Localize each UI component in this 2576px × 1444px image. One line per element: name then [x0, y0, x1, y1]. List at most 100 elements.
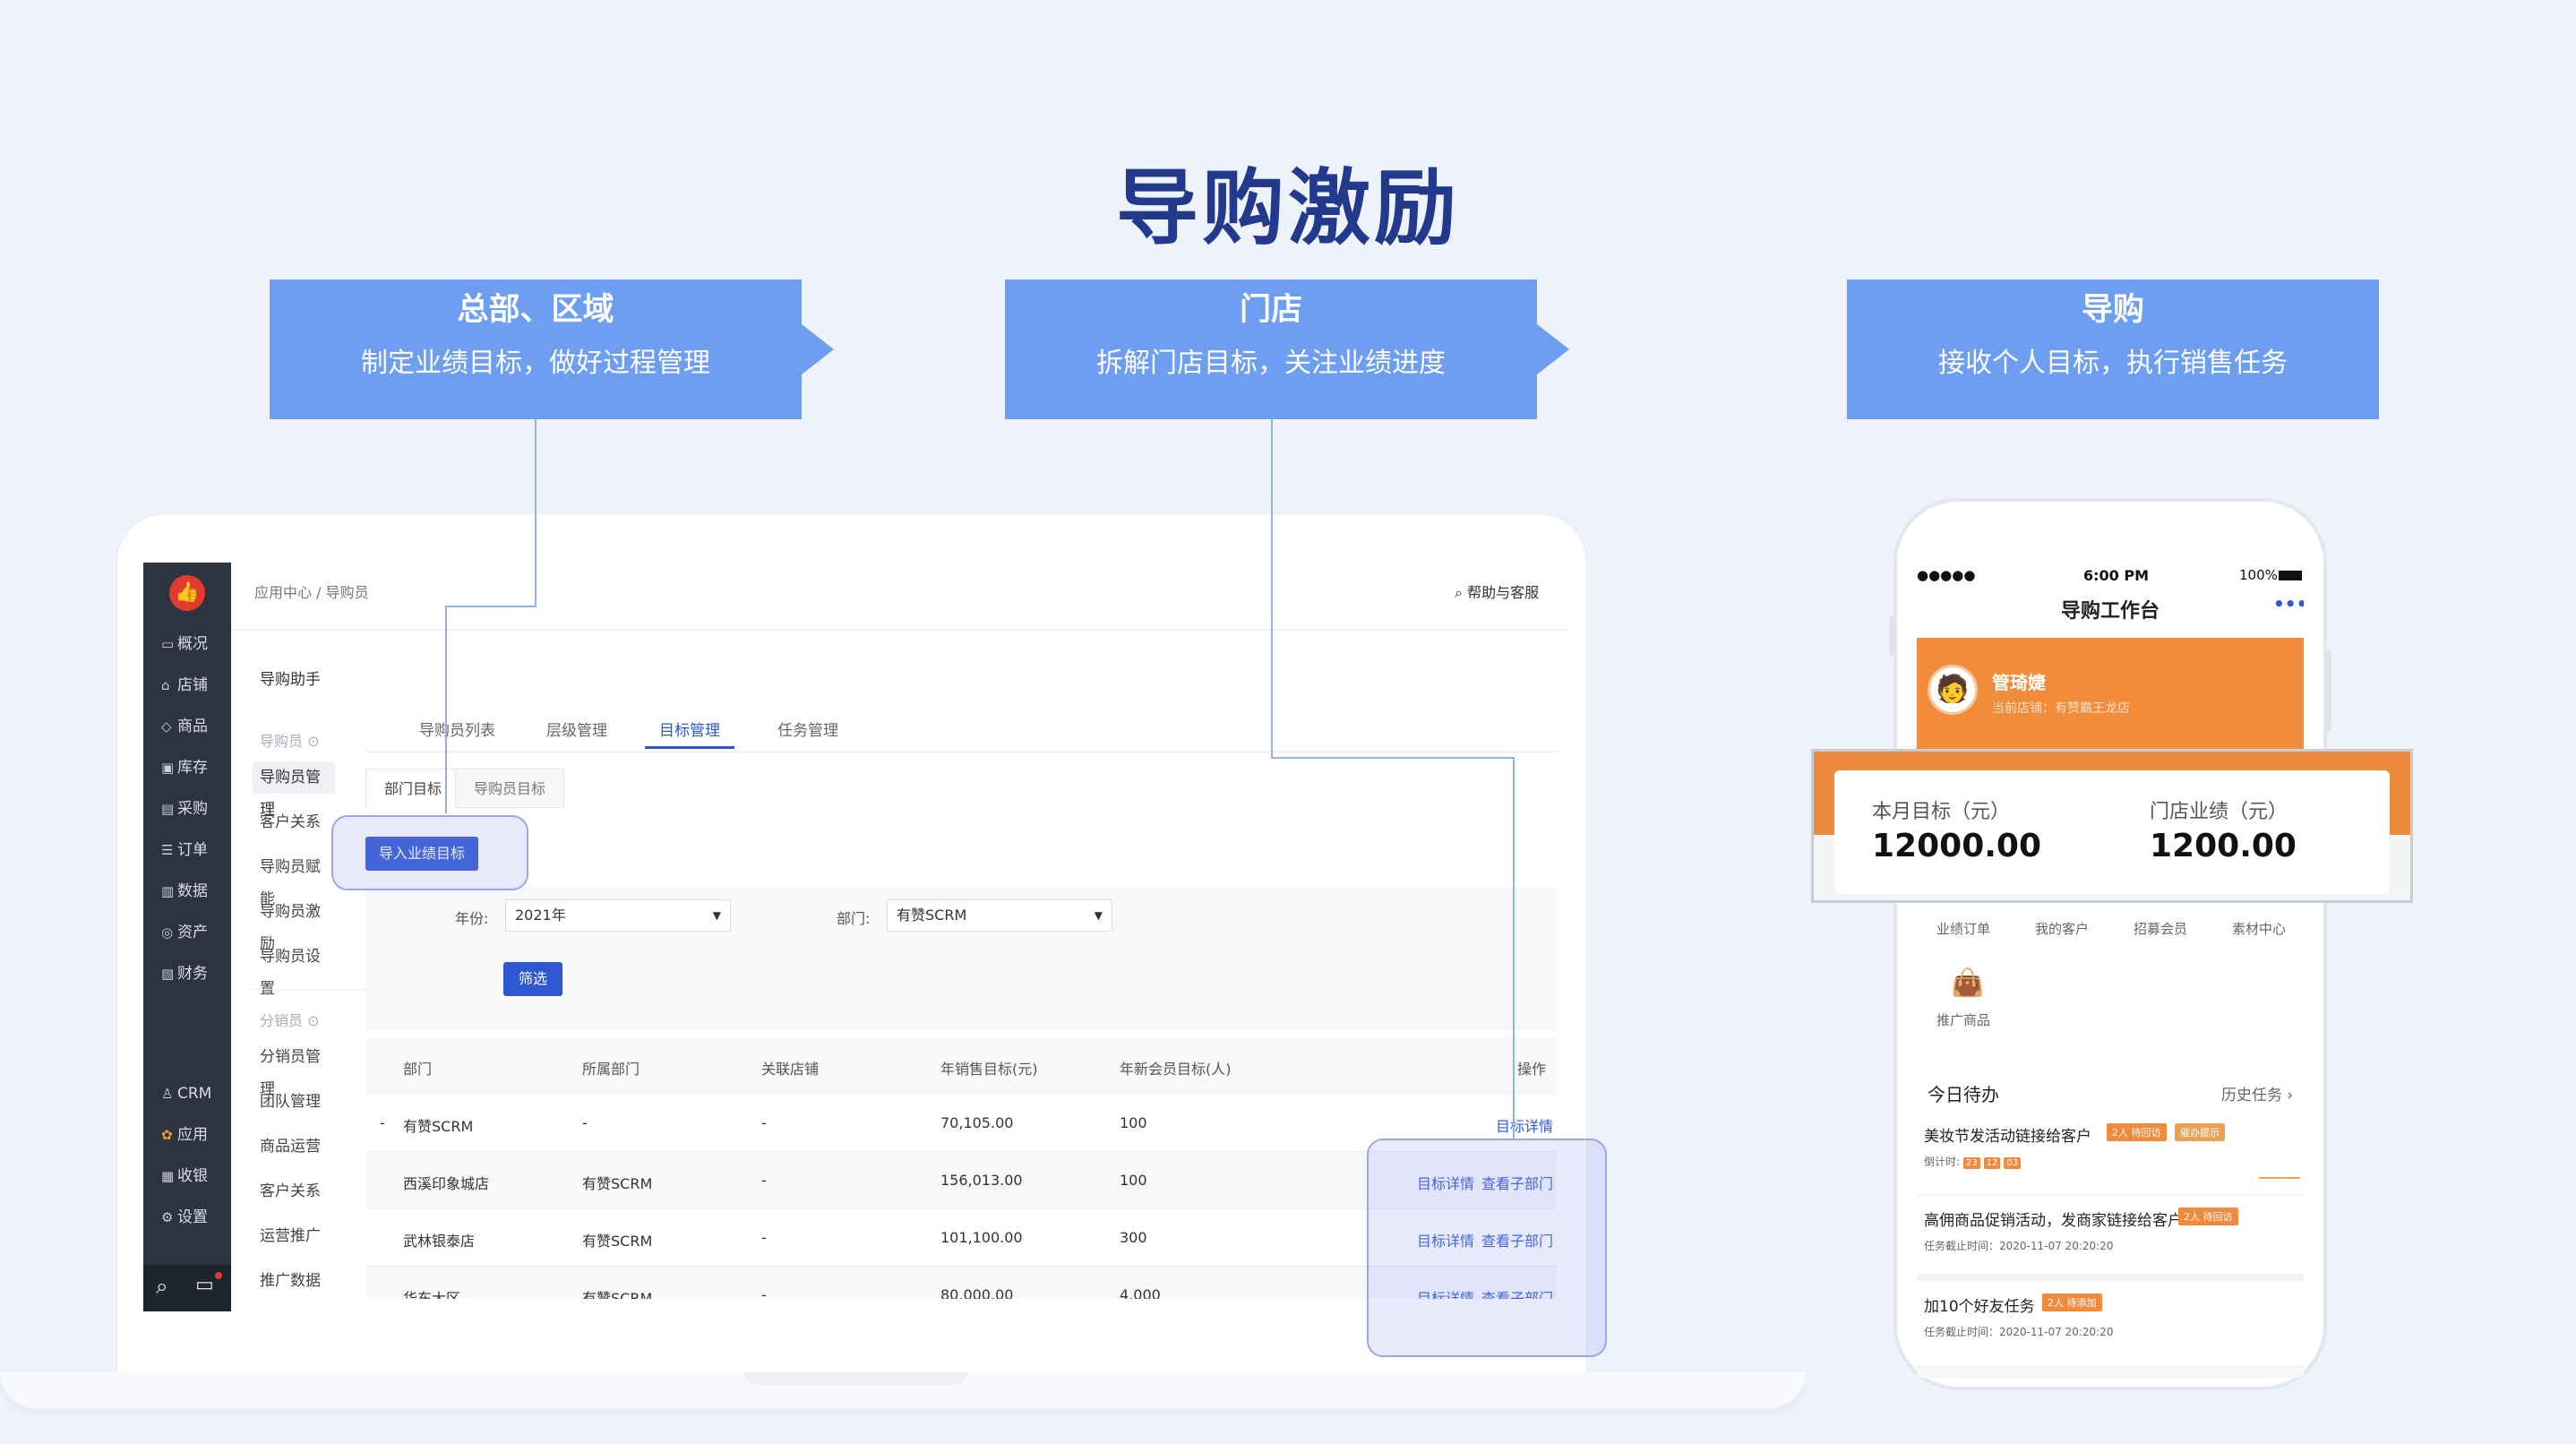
- target-detail-link[interactable]: 目标详情: [1496, 1114, 1553, 1136]
- tab-guide-list[interactable]: 导购员列表: [419, 713, 495, 749]
- dept-select[interactable]: 有赞SCRM ▼: [887, 899, 1112, 932]
- tab-level[interactable]: 层级管理: [546, 713, 607, 749]
- shortcut-orders[interactable]: 业绩订单: [1919, 919, 2008, 938]
- battery-text: 100%: [2239, 567, 2278, 583]
- shopping-bag-icon[interactable]: 👜: [1951, 967, 1984, 999]
- user-name: 管琦婕: [1992, 672, 2046, 693]
- column-header: 部门: [403, 1061, 433, 1078]
- shortcut-customers[interactable]: 我的客户: [2017, 919, 2107, 938]
- thumbs-up-icon[interactable]: 👍: [169, 575, 205, 611]
- nav-item-settings[interactable]: ⚙ 设置: [143, 1197, 231, 1238]
- phone-screen: ●●●●● 6:00 PM 100% 导购工作台 ••• 🧑 管琦婕 当前店铺：…: [1917, 554, 2304, 1378]
- menu-item-guide-manage[interactable]: 导购员管理: [253, 761, 335, 819]
- cell-parent: 有赞SCRM: [582, 1175, 653, 1192]
- stats-card: 本月目标（元） 12000.00 门店业绩（元） 1200.00: [1834, 770, 2390, 894]
- menu-item-customer2[interactable]: 客户关系: [253, 1175, 335, 1208]
- stat-value: 1200.00: [2150, 828, 2297, 864]
- chart-icon: ▥: [161, 883, 175, 899]
- nav-label: 店铺: [177, 676, 208, 694]
- todo-title: 今日待办: [1928, 1084, 1999, 1105]
- cell-members: 100: [1120, 1114, 1147, 1131]
- nav-item-asset[interactable]: ◎ 资产: [143, 912, 231, 953]
- year-select[interactable]: 2021年 ▼: [505, 899, 731, 932]
- countdown: 倒计时: 23 12 03: [1924, 1154, 2024, 1169]
- nav-item-data[interactable]: ▥ 数据: [143, 871, 231, 912]
- caret-down-icon: ▼: [712, 909, 721, 922]
- cell-sales: 80,000.00: [940, 1286, 1014, 1299]
- cell-store: -: [761, 1114, 767, 1131]
- urge-tag[interactable]: 催办提示: [2175, 1123, 2225, 1141]
- overview-icon: ▭: [161, 636, 175, 652]
- countdown-seconds: 03: [2004, 1157, 2022, 1169]
- message-icon[interactable]: ▭: [195, 1274, 214, 1296]
- menu-item-team[interactable]: 团队管理: [253, 1086, 335, 1118]
- connector-line: [1271, 419, 1273, 758]
- nav-label: 资产: [177, 924, 208, 941]
- role-heading: 导购: [2081, 292, 2144, 328]
- nav-item-overview[interactable]: ▭ 概况: [143, 623, 231, 665]
- nav-item-inventory[interactable]: ▣ 库存: [143, 747, 231, 788]
- breadcrumb-sep: /: [316, 584, 322, 601]
- nav-label: 库存: [177, 759, 208, 777]
- help-link[interactable]: ⌕ 帮助与客服: [1455, 580, 1539, 602]
- nav-label: 采购: [177, 800, 208, 818]
- progress-line: [2259, 1177, 2300, 1179]
- nav-label: 应用: [177, 1126, 208, 1144]
- nav-item-crm[interactable]: ♙ CRM: [143, 1073, 231, 1114]
- shortcut-materials[interactable]: 素材中心: [2214, 919, 2304, 938]
- connector-line: [445, 606, 447, 813]
- menu-item-enable[interactable]: 导购员赋能: [253, 851, 335, 908]
- cell-members: 300: [1120, 1229, 1147, 1246]
- task-item[interactable]: 高佣商品促销活动，发商家链接给客户 2人 待回访 任务截止时间：2020-11-…: [1917, 1195, 2304, 1281]
- nav-label: 设置: [177, 1208, 208, 1226]
- more-icon[interactable]: •••: [2273, 593, 2304, 615]
- phone-side-button: [1889, 616, 1894, 656]
- nav-item-order[interactable]: ☰ 订单: [143, 829, 231, 871]
- tab-target[interactable]: 目标管理: [645, 713, 734, 749]
- history-tasks-link[interactable]: 历史任务 ›: [2221, 1082, 2293, 1104]
- cell-parent: -: [582, 1114, 588, 1131]
- highlight-actions: [1367, 1139, 1607, 1357]
- nav-item-goods[interactable]: ◇ 商品: [143, 706, 231, 747]
- order-icon: ☰: [161, 842, 174, 858]
- column-header: 操作: [1517, 1061, 1547, 1078]
- cell-store: -: [761, 1172, 767, 1189]
- role-desc: 接收个人目标，执行销售任务: [1938, 348, 2288, 379]
- year-value: 2021年: [515, 907, 566, 924]
- task-item[interactable]: 美妆节发活动链接给客户 2人 待回访 催办提示 倒计时: 23 12 03: [1917, 1113, 2304, 1199]
- menu-item-promo[interactable]: 运营推广: [253, 1220, 335, 1252]
- nav-item-apps[interactable]: ✿ 应用: [143, 1114, 231, 1156]
- column-header: 年销售目标(元): [940, 1061, 1038, 1078]
- menu-item-incentive[interactable]: 导购员激励: [253, 896, 335, 953]
- subtab-guide-target[interactable]: 导购员目标: [455, 769, 565, 808]
- tab-task[interactable]: 任务管理: [777, 713, 838, 749]
- breadcrumb-root[interactable]: 应用中心: [254, 584, 312, 601]
- purchase-icon: ▤: [161, 801, 175, 817]
- menu-item-promo-data[interactable]: 推广数据: [253, 1265, 335, 1297]
- nav-item-cashier[interactable]: ▦ 收银: [143, 1156, 231, 1197]
- menu-item-guide-settings[interactable]: 导购员设置: [253, 941, 335, 998]
- nav-item-finance[interactable]: ▧ 财务: [143, 953, 231, 994]
- nav-label: CRM: [177, 1085, 212, 1103]
- menu-item-goods-ops[interactable]: 商品运营: [253, 1130, 335, 1163]
- menu-item-customer[interactable]: 客户关系: [253, 806, 335, 838]
- unread-dot: [215, 1272, 222, 1279]
- task-item[interactable]: 加10个好友任务 2人 待添加 任务截止时间：2020-11-07 20:20:…: [1917, 1281, 2304, 1367]
- filter-button[interactable]: 筛选: [503, 962, 562, 996]
- nav-item-purchase[interactable]: ▤ 采购: [143, 788, 231, 829]
- nav-item-store[interactable]: ⌂ 店铺: [143, 665, 231, 706]
- avatar: 🧑: [1928, 665, 1978, 715]
- dept-value: 有赞SCRM: [897, 907, 967, 924]
- submenu-title: 导购助手: [260, 671, 321, 689]
- shortcut-recruit[interactable]: 招募会员: [2116, 919, 2205, 938]
- menu-item-dist-manage[interactable]: 分销员管理: [253, 1041, 335, 1098]
- cell-sales: 156,013.00: [940, 1172, 1023, 1189]
- search-icon[interactable]: ⌕: [156, 1274, 167, 1299]
- cell-store: -: [761, 1286, 767, 1299]
- dept-label: 部门:: [837, 910, 871, 927]
- breadcrumb-current: 导购员: [325, 584, 369, 601]
- nav-label: 数据: [177, 882, 208, 900]
- shortcut-promo-goods[interactable]: 推广商品: [1919, 1010, 2008, 1029]
- countdown-label: 倒计时:: [1924, 1156, 1961, 1168]
- expand-toggle[interactable]: -: [380, 1114, 385, 1131]
